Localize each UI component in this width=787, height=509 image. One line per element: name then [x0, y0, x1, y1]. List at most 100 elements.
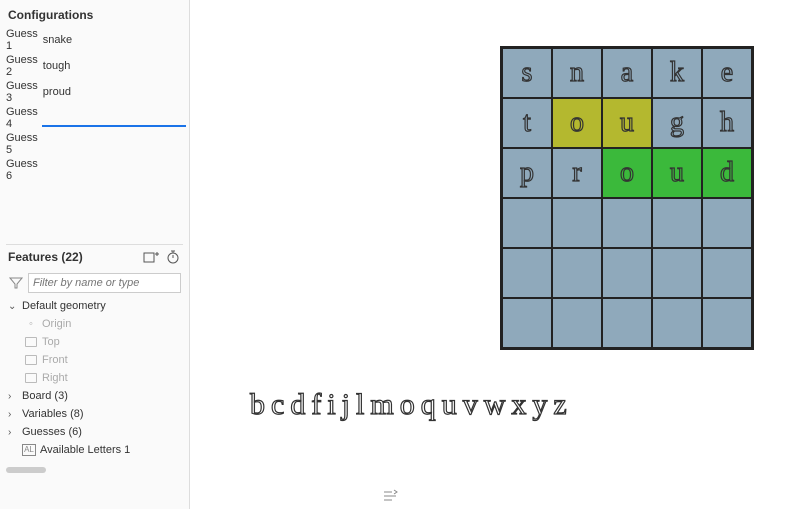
- cell-letter: r: [572, 157, 581, 189]
- scrollbar-thumb[interactable]: [6, 467, 46, 473]
- board-cell: [552, 298, 602, 348]
- guess-label: Guess 6: [6, 158, 38, 182]
- guess-row-6: Guess 6: [6, 158, 183, 182]
- filter-row: [6, 271, 183, 295]
- available-letter: v: [463, 388, 478, 422]
- guess-input-3[interactable]: [42, 84, 186, 101]
- cell-letter: p: [520, 157, 534, 189]
- guess-label: Guess 3: [6, 80, 38, 104]
- board-row-1: sn a k e: [502, 48, 752, 98]
- board-cell: [652, 248, 702, 298]
- available-letter: i: [327, 388, 335, 422]
- cell-letter: e: [721, 57, 733, 89]
- board-cell: r: [552, 148, 602, 198]
- guess-input-2[interactable]: [42, 58, 186, 75]
- available-letters-row: bcdfijlmoquvwxyz: [250, 388, 567, 422]
- board-row-4: [502, 198, 752, 248]
- board-cell: p: [502, 148, 552, 198]
- available-letter: q: [421, 388, 436, 422]
- board-cell: a: [602, 48, 652, 98]
- features-header: Features (22): [6, 244, 183, 269]
- add-feature-icon[interactable]: [143, 249, 159, 265]
- board-cell: [702, 198, 752, 248]
- guess-row-4: Guess 4: [6, 106, 183, 130]
- board-cell: t: [502, 98, 552, 148]
- board-cell: [502, 248, 552, 298]
- available-letter: x: [511, 388, 526, 422]
- board-cell: [552, 198, 602, 248]
- chevron-right-icon: ›: [8, 427, 18, 438]
- filter-icon[interactable]: [8, 275, 24, 291]
- available-letter: j: [342, 388, 350, 422]
- board-cell: s: [502, 48, 552, 98]
- cell-letter: n: [570, 57, 584, 89]
- board-row-6: [502, 298, 752, 348]
- tree-front[interactable]: Front: [6, 351, 183, 369]
- plane-icon: [24, 372, 38, 384]
- chevron-right-icon: ›: [8, 391, 18, 402]
- configurations-list: Guess 1Guess 2Guess 3Guess 4Guess 5Guess…: [6, 26, 183, 184]
- guess-input-1[interactable]: [42, 32, 186, 49]
- board-cell: e: [702, 48, 752, 98]
- tree-default-geometry[interactable]: ⌄ Default geometry: [6, 297, 183, 315]
- board-cell: [652, 198, 702, 248]
- guess-row-2: Guess 2: [6, 54, 183, 78]
- plane-icon: [24, 354, 38, 366]
- cell-letter: h: [720, 107, 734, 139]
- cell-letter: u: [620, 107, 634, 139]
- board-row-2: tough: [502, 98, 752, 148]
- board-cell: [702, 298, 752, 348]
- board-cell: o: [552, 98, 602, 148]
- guess-row-5: Guess 5: [6, 132, 183, 156]
- board-cell: [602, 298, 652, 348]
- board-cell: d: [702, 148, 752, 198]
- cell-letter: k: [670, 57, 684, 89]
- guess-input-5[interactable]: [42, 136, 186, 153]
- available-letter: l: [356, 388, 364, 422]
- tree-guesses[interactable]: › Guesses (6): [6, 423, 183, 441]
- chevron-down-icon: ⌄: [8, 301, 18, 312]
- board-cell: [502, 298, 552, 348]
- plane-icon: [24, 336, 38, 348]
- board-cell: n: [552, 48, 602, 98]
- board-row-5: [502, 248, 752, 298]
- canvas[interactable]: snaketoughproud bcdfijlmoquvwxyz: [190, 0, 787, 509]
- available-letter: u: [442, 388, 457, 422]
- tree-variables[interactable]: › Variables (8): [6, 405, 183, 423]
- board-cell: [502, 198, 552, 248]
- origin-icon: ◦: [24, 318, 38, 330]
- board-cell: k: [652, 48, 702, 98]
- board-cell: g: [652, 98, 702, 148]
- tree-right[interactable]: Right: [6, 369, 183, 387]
- cell-letter: o: [620, 157, 634, 189]
- tree-origin[interactable]: ◦ Origin: [6, 315, 183, 333]
- stopwatch-icon[interactable]: [165, 249, 181, 265]
- available-letter: o: [400, 388, 415, 422]
- text-icon: AL: [22, 444, 36, 456]
- feature-tree: ⌄ Default geometry ◦ Origin Top Front Ri…: [6, 297, 183, 459]
- wordle-board: snaketoughproud: [500, 46, 754, 350]
- available-letter: w: [484, 388, 506, 422]
- guess-input-4[interactable]: [42, 109, 186, 127]
- guess-label: Guess 4: [6, 106, 38, 130]
- guess-row-3: Guess 3: [6, 80, 183, 104]
- cell-letter: d: [720, 157, 734, 189]
- board-cell: h: [702, 98, 752, 148]
- board-row-3: proud: [502, 148, 752, 198]
- panel-toggle-icon[interactable]: [382, 489, 398, 503]
- cell-letter: a: [621, 57, 633, 89]
- available-letter: f: [311, 388, 321, 422]
- guess-input-6[interactable]: [42, 162, 186, 179]
- tree-available-letters[interactable]: AL Available Letters 1: [6, 441, 183, 459]
- board-cell: [552, 248, 602, 298]
- available-letter: y: [532, 388, 547, 422]
- board-cell: u: [652, 148, 702, 198]
- cell-letter: u: [670, 157, 684, 189]
- tree-board[interactable]: › Board (3): [6, 387, 183, 405]
- chevron-right-icon: ›: [8, 409, 18, 420]
- features-title: Features (22): [8, 250, 83, 264]
- guess-label: Guess 2: [6, 54, 38, 78]
- filter-input[interactable]: [28, 273, 181, 293]
- board-cell: [702, 248, 752, 298]
- tree-top[interactable]: Top: [6, 333, 183, 351]
